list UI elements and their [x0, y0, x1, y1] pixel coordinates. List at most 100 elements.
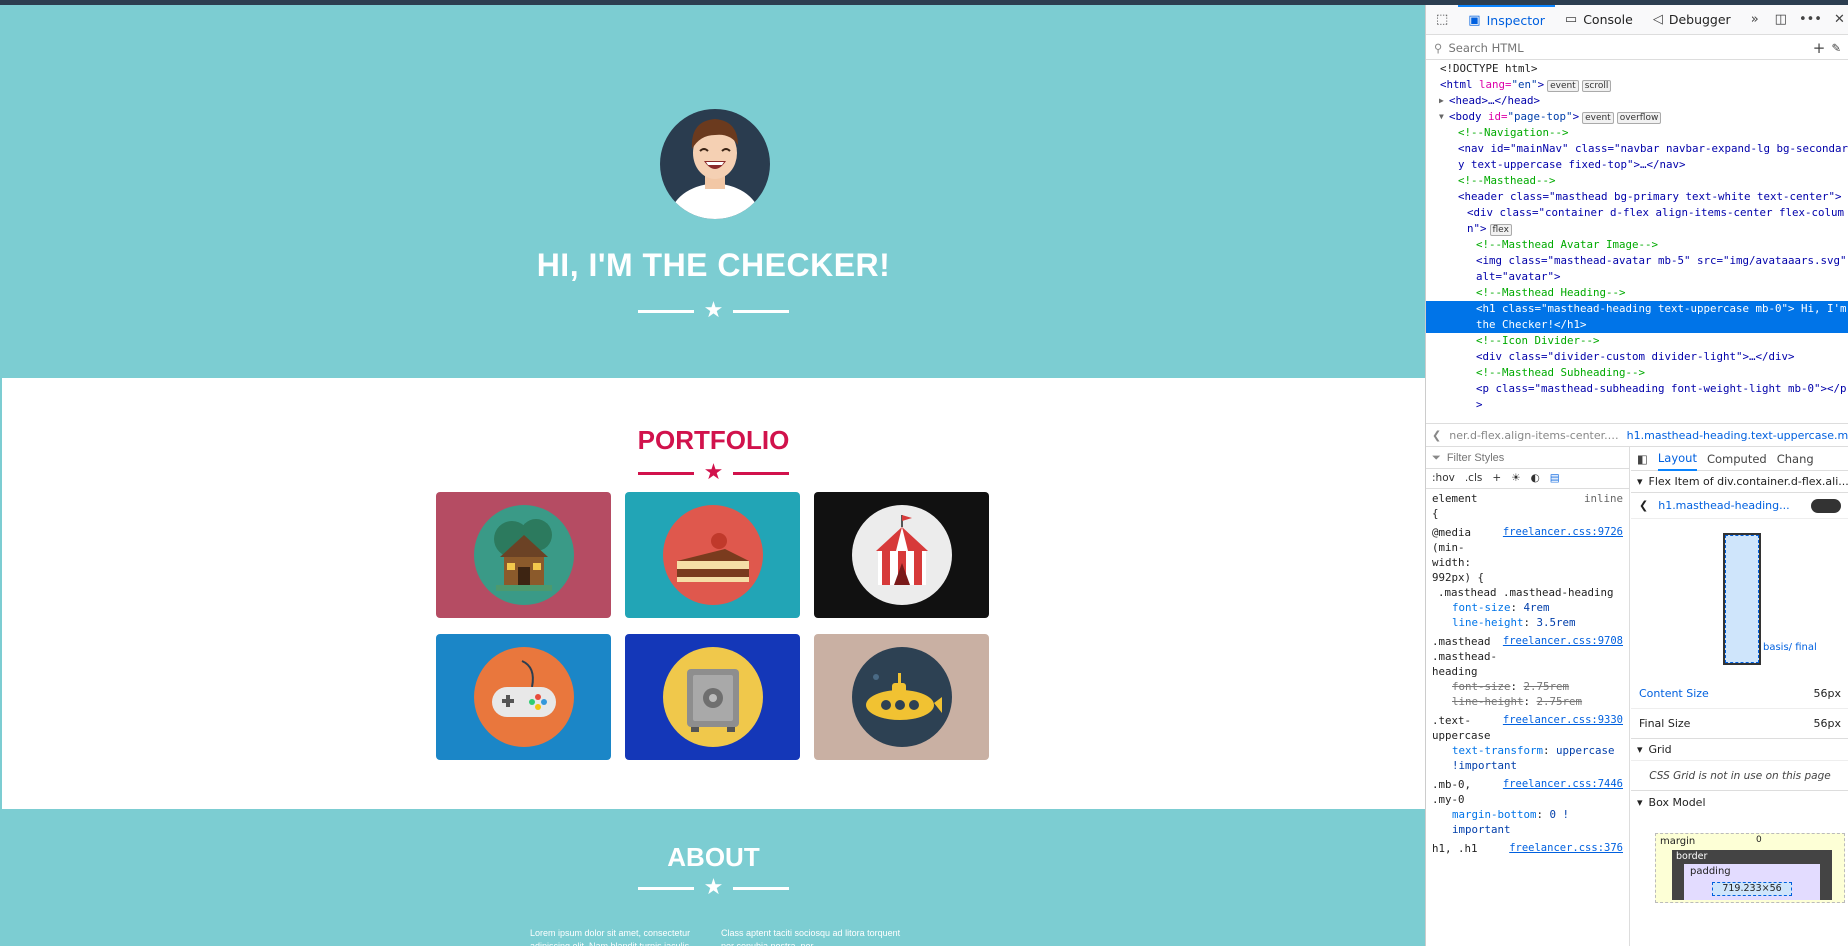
markup-node[interactable]: <p class="masthead-subheading font-weigh…	[1426, 381, 1848, 413]
devtools-toolbar: ⬚ ▣ Inspector ▭ Console ◁ Debugger » ◫ ••• …	[1426, 5, 1848, 35]
margin-label: margin	[1660, 836, 1696, 847]
back-icon[interactable]: ❮	[1639, 499, 1648, 512]
star-icon: ★	[703, 298, 724, 323]
cabin-icon	[474, 505, 574, 605]
css-property[interactable]: font-size	[1452, 601, 1511, 614]
options-button[interactable]: •••	[1793, 5, 1828, 35]
css-property[interactable]: text-transform	[1452, 744, 1543, 757]
css-declaration[interactable]: text-transform: uppercase !important	[1432, 743, 1623, 773]
rule-source-link[interactable]: freelancer.css:9330	[1503, 713, 1623, 743]
css-property[interactable]: line-height	[1452, 616, 1524, 629]
portfolio-grid	[436, 492, 994, 760]
markup-node[interactable]: <!DOCTYPE html>	[1426, 61, 1848, 77]
tab-layout[interactable]: Layout	[1657, 447, 1697, 471]
css-value[interactable]: 2.75rem	[1537, 695, 1583, 708]
rule-source-link[interactable]: freelancer.css:376	[1509, 841, 1623, 856]
breadcrumb-back-icon[interactable]: ❮	[1432, 429, 1441, 442]
rule-selector: h1, .h1	[1432, 842, 1478, 855]
markup-node[interactable]: <!--Masthead Subheading-->	[1426, 365, 1848, 381]
twisty-icon[interactable]: ▼	[1439, 109, 1444, 125]
rule-source-link[interactable]: freelancer.css:9708	[1503, 634, 1623, 679]
add-rule-icon[interactable]: +	[1492, 471, 1501, 486]
add-node-icon[interactable]: +	[1813, 39, 1826, 57]
grid-header[interactable]: ▾ Grid	[1631, 739, 1848, 761]
portfolio-item-cake[interactable]	[625, 492, 800, 618]
element-picker-button[interactable]: ⬚	[1426, 5, 1458, 35]
attr-value[interactable]: "page-top"	[1508, 110, 1573, 123]
portfolio-item-submarine[interactable]	[814, 634, 989, 760]
markup-badge[interactable]: overflow	[1616, 112, 1662, 124]
safe-icon	[663, 647, 763, 747]
portfolio-item-game-controller[interactable]	[436, 634, 611, 760]
dock-button[interactable]: ◫	[1769, 5, 1793, 35]
portfolio-item-safe[interactable]	[625, 634, 800, 760]
markup-node[interactable]: <!--Masthead-->	[1426, 173, 1848, 189]
tab-console[interactable]: ▭ Console	[1555, 5, 1643, 35]
dark-mode-icon[interactable]: ◐	[1531, 471, 1540, 486]
markup-node-text: <!--Masthead Subheading-->	[1476, 366, 1646, 379]
css-declaration[interactable]: font-size: 4rem	[1432, 600, 1623, 615]
css-property[interactable]: line-height	[1452, 695, 1524, 708]
divider-line-right	[733, 471, 790, 475]
cls-toggle[interactable]: .cls	[1465, 471, 1483, 486]
portfolio-item-circus[interactable]	[814, 492, 989, 618]
box-model-header[interactable]: ▾ Box Model	[1631, 791, 1848, 813]
flex-item-selector[interactable]: h1.masthead-heading...	[1658, 499, 1789, 512]
markup-node[interactable]: <h1 class="masthead-heading text-upperca…	[1426, 301, 1848, 333]
twisty-icon[interactable]: ▶	[1439, 93, 1444, 109]
attr-value[interactable]: "en"	[1512, 78, 1538, 91]
css-value[interactable]: 2.75rem	[1524, 680, 1570, 693]
highlight-toggle[interactable]	[1811, 498, 1841, 513]
css-value[interactable]: 3.5rem	[1537, 616, 1576, 629]
markup-node[interactable]: <body id="page-top"> event overflow ▼	[1426, 109, 1848, 125]
markup-node[interactable]: <div class="container d-flex align-items…	[1426, 205, 1848, 237]
filter-styles-input[interactable]	[1446, 451, 1587, 464]
avatar	[660, 109, 770, 219]
rule-source-link[interactable]: freelancer.css:9726	[1503, 525, 1623, 585]
markup-node[interactable]: <nav id="mainNav" class="navbar navbar-e…	[1426, 141, 1848, 173]
more-tabs-button[interactable]: »	[1741, 5, 1769, 35]
eyedropper-icon[interactable]: ✎	[1831, 41, 1841, 55]
markup-node[interactable]: <!--Masthead Avatar Image-->	[1426, 237, 1848, 253]
css-value[interactable]: 4rem	[1524, 601, 1550, 614]
close-devtools-button[interactable]: ✕	[1828, 5, 1848, 35]
masthead-heading-text: Hi, I'm the Checker!	[536, 247, 891, 283]
markup-node[interactable]: <div class="divider-custom divider-light…	[1426, 349, 1848, 365]
hov-toggle[interactable]: :hov	[1432, 471, 1455, 486]
tab-computed[interactable]: Computed	[1707, 452, 1767, 466]
markup-node[interactable]: <img class="masthead-avatar mb-5" src="i…	[1426, 253, 1848, 285]
tab-changes[interactable]: Chang	[1777, 452, 1814, 466]
css-colon: :	[1543, 744, 1557, 757]
css-rule: .mb-0, .my-0 freelancer.css:7446 margin-bo…	[1432, 777, 1623, 837]
masthead: Hi, I'm the Checker! ★	[2, 5, 1425, 378]
sidebar-toggle-icon[interactable]: ◧	[1637, 452, 1648, 466]
flex-item-header[interactable]: ▾ Flex Item of div.container.d-flex.ali.…	[1631, 471, 1848, 493]
search-html-input[interactable]	[1448, 40, 1807, 55]
css-declaration[interactable]: line-height: 3.5rem	[1432, 615, 1623, 630]
css-declaration[interactable]: line-height: 2.75rem	[1432, 694, 1623, 709]
markup-badge[interactable]: event	[1547, 80, 1579, 92]
css-property[interactable]: margin-bottom	[1452, 808, 1537, 821]
markup-badge[interactable]: event	[1582, 112, 1614, 124]
flex-item-diagram: basis/ final	[1631, 519, 1848, 679]
breadcrumb-item-h1[interactable]: h1.masthead-heading.text-uppercase.mb-0	[1627, 429, 1848, 442]
markup-node[interactable]: <!--Icon Divider-->	[1426, 333, 1848, 349]
markup-node[interactable]: <html lang="en"> event scroll	[1426, 77, 1848, 93]
markup-node[interactable]: <!--Masthead Heading-->	[1426, 285, 1848, 301]
tab-debugger[interactable]: ◁ Debugger	[1643, 5, 1741, 35]
markup-node[interactable]: <head>…</head> ▶	[1426, 93, 1848, 109]
portfolio-item-cabin[interactable]	[436, 492, 611, 618]
css-declaration[interactable]: font-size: 2.75rem	[1432, 679, 1623, 694]
css-declaration[interactable]: margin-bottom: 0 ! important	[1432, 807, 1623, 837]
breadcrumb-item-container[interactable]: ner.d-flex.align-items-center.…	[1449, 429, 1618, 442]
markup-node[interactable]: <header class="masthead bg-primary text-…	[1426, 189, 1848, 205]
print-mode-icon[interactable]: ▤	[1550, 471, 1560, 486]
markup-badge[interactable]: flex	[1489, 224, 1512, 236]
light-mode-icon[interactable]: ☀	[1511, 471, 1520, 486]
markup-badge[interactable]: scroll	[1581, 80, 1612, 92]
markup-node-text: <h1 class="masthead-heading text-upperca…	[1476, 302, 1847, 331]
markup-node[interactable]: <!--Navigation-->	[1426, 125, 1848, 141]
rule-source-link[interactable]: freelancer.css:7446	[1503, 777, 1623, 807]
tab-inspector[interactable]: ▣ Inspector	[1458, 5, 1555, 35]
css-property[interactable]: font-size	[1452, 680, 1511, 693]
